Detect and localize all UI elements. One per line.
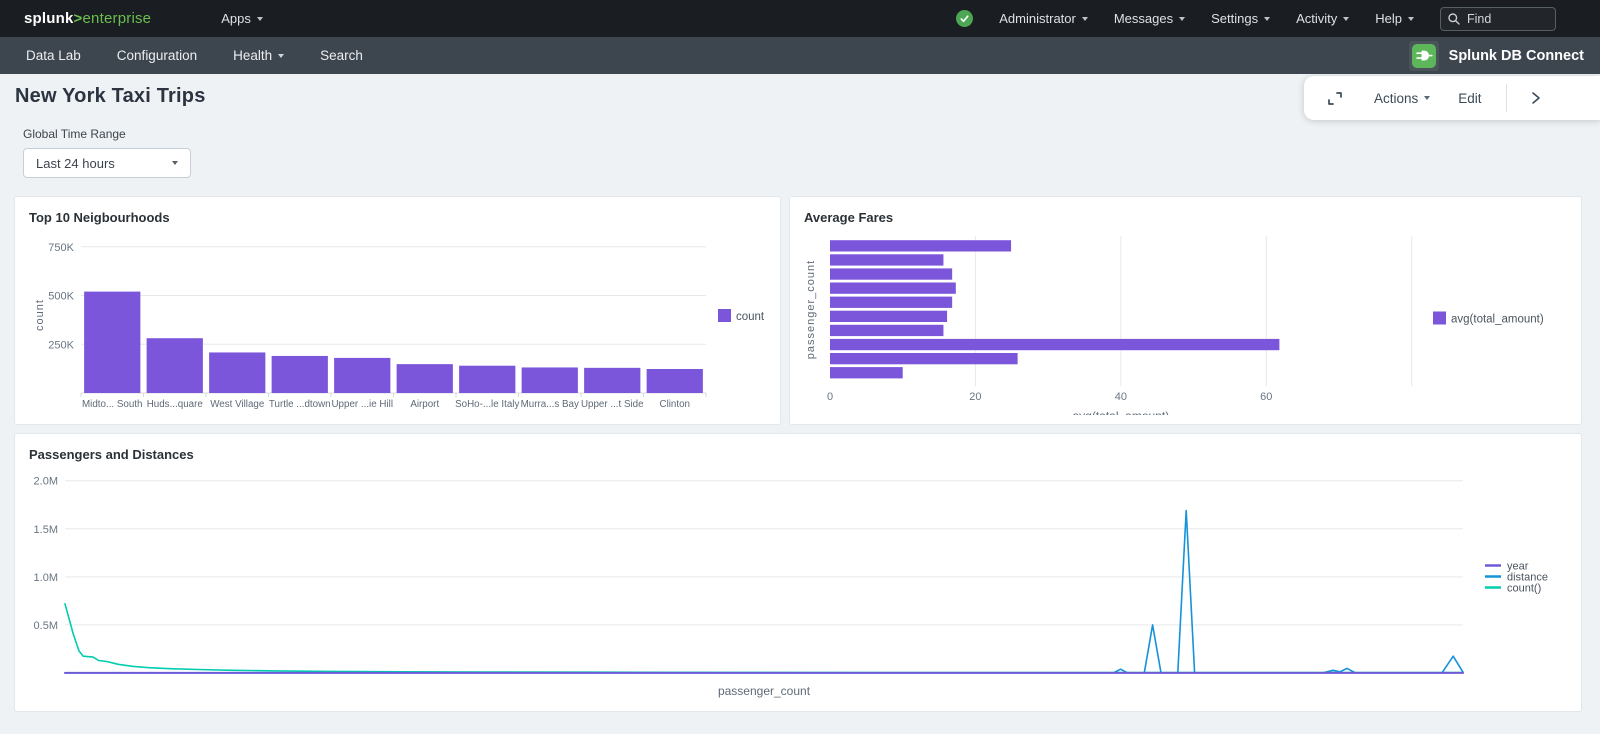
chevron-down-icon [172, 161, 178, 165]
svg-text:0: 0 [827, 391, 833, 403]
tab-health-label: Health [233, 48, 272, 63]
splunk-logo[interactable]: splunk>enterprise [24, 10, 151, 27]
settings-menu[interactable]: Settings [1211, 11, 1270, 26]
top-navbar: splunk>enterprise Apps Administrator Mes… [0, 0, 1600, 37]
svg-text:Murra...s Bay: Murra...s Bay [521, 399, 579, 410]
svg-text:count: count [34, 299, 46, 331]
svg-text:40: 40 [1115, 391, 1127, 403]
svg-text:Upper ...t Side: Upper ...t Side [581, 399, 644, 410]
chevron-down-icon [1424, 96, 1430, 100]
tab-configuration[interactable]: Configuration [99, 37, 215, 74]
svg-text:West Village: West Village [210, 399, 265, 410]
panel-title: Passengers and Distances [29, 447, 1567, 462]
svg-text:60: 60 [1260, 391, 1272, 403]
tab-health[interactable]: Health [215, 37, 302, 74]
svg-text:1.5M: 1.5M [34, 524, 58, 536]
more-panel-button[interactable] [1529, 89, 1543, 107]
chevron-down-icon [1408, 17, 1414, 21]
chevron-down-icon [1343, 17, 1349, 21]
messages-menu[interactable]: Messages [1114, 11, 1185, 26]
help-menu-label: Help [1375, 11, 1402, 26]
svg-text:pickup_ntaname: pickup_ntaname [349, 413, 437, 415]
toolbar-divider [1506, 84, 1507, 112]
svg-text:2.0M: 2.0M [34, 476, 58, 488]
chevron-down-icon [278, 54, 284, 58]
apps-menu-label: Apps [221, 11, 251, 26]
svg-text:count: count [736, 311, 765, 323]
tab-data-lab[interactable]: Data Lab [8, 37, 99, 74]
help-menu[interactable]: Help [1375, 11, 1414, 26]
chevron-down-icon [257, 17, 263, 21]
svg-text:Clinton: Clinton [660, 399, 691, 410]
chevron-down-icon [1179, 17, 1185, 21]
health-status-icon[interactable] [956, 10, 973, 27]
svg-text:avg(total_amount): avg(total_amount) [1451, 314, 1544, 326]
svg-text:Upper ...ie Hill: Upper ...ie Hill [331, 399, 393, 410]
user-menu[interactable]: Administrator [999, 11, 1088, 26]
chevron-down-icon [1082, 17, 1088, 21]
svg-text:250K: 250K [48, 339, 74, 351]
edit-button-label: Edit [1458, 91, 1481, 106]
svg-text:passenger_count: passenger_count [805, 260, 817, 359]
panel-passengers-distances: Passengers and Distances 0.5M 1.0M 1.5M 2.0… [14, 433, 1582, 712]
chevron-down-icon [1264, 17, 1270, 21]
svg-text:Midto... South: Midto... South [82, 399, 142, 410]
time-range-select[interactable]: Last 24 hours [23, 148, 191, 178]
svg-text:500K: 500K [48, 291, 74, 303]
panel-top10-neighbourhoods: Top 10 Neigbourhoods 250K 500K 750K Midto..… [14, 196, 781, 425]
find-search [1440, 7, 1556, 31]
power-plug-icon [1415, 47, 1433, 65]
settings-menu-label: Settings [1211, 11, 1258, 26]
tab-search-label: Search [320, 48, 363, 63]
tab-data-lab-label: Data Lab [26, 48, 81, 63]
logo-product-text: enterprise [83, 10, 152, 27]
page-title: New York Taxi Trips [15, 85, 206, 108]
svg-text:750K: 750K [48, 242, 74, 254]
panel-average-fares: Average Fares 0 20 40 60 avg(total_amount) pa… [789, 196, 1582, 425]
messages-menu-label: Messages [1114, 11, 1173, 26]
average-fares-chart[interactable]: 0 20 40 60 avg(total_amount) passenger_counta… [804, 229, 1567, 420]
svg-text:passenger_count: passenger_count [718, 684, 811, 698]
svg-text:0.5M: 0.5M [34, 620, 58, 632]
chevron-right-icon [1529, 89, 1543, 107]
svg-text:Huds...quare: Huds...quare [147, 399, 204, 410]
fullscreen-button[interactable] [1326, 89, 1344, 108]
tab-configuration-label: Configuration [117, 48, 197, 63]
svg-text:Turtle ...dtown: Turtle ...dtown [269, 399, 331, 410]
actions-button-label: Actions [1374, 91, 1418, 106]
svg-text:SoHo-...le Italy: SoHo-...le Italy [455, 399, 519, 410]
svg-text:1.0M: 1.0M [34, 572, 58, 584]
panel-title: Average Fares [804, 210, 1567, 225]
top10-neighbourhoods-chart[interactable]: 250K 500K 750K Midto... South Huds...quare We… [29, 229, 766, 420]
check-icon [959, 13, 970, 24]
app-navbar: Data Lab Configuration Health Search Spl… [0, 37, 1600, 74]
actions-button[interactable]: Actions [1374, 91, 1430, 106]
activity-menu-label: Activity [1296, 11, 1337, 26]
edit-button[interactable]: Edit [1458, 91, 1481, 106]
logo-gt-text: > [74, 10, 83, 27]
apps-menu[interactable]: Apps [221, 11, 263, 26]
svg-text:20: 20 [969, 391, 981, 403]
expand-icon [1326, 89, 1344, 108]
user-menu-label: Administrator [999, 11, 1076, 26]
time-range-label: Global Time Range [23, 127, 126, 141]
logo-splunk-text: splunk [24, 10, 74, 27]
svg-text:count(): count() [1507, 583, 1541, 595]
activity-menu[interactable]: Activity [1296, 11, 1349, 26]
svg-text:avg(total_amount): avg(total_amount) [1072, 409, 1169, 415]
tab-search[interactable]: Search [302, 37, 381, 74]
passengers-distances-chart[interactable]: 0.5M1.0M1.5M2.0Mpassenger_countyeardista… [29, 466, 1567, 704]
search-icon [1447, 12, 1461, 26]
app-title: Splunk DB Connect [1449, 48, 1584, 64]
db-connect-logo[interactable] [1409, 41, 1439, 71]
svg-text:Airport: Airport [410, 399, 439, 410]
dashboard-toolbar: Actions Edit [1304, 76, 1600, 120]
panel-title: Top 10 Neigbourhoods [29, 210, 766, 225]
time-range-value: Last 24 hours [36, 156, 115, 171]
